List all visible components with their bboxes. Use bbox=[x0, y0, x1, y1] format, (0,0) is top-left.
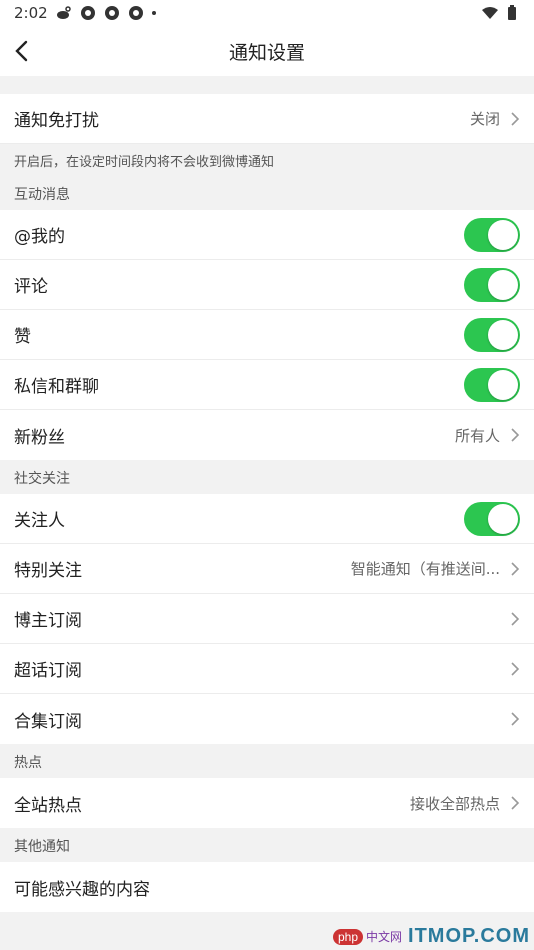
interactive-group: @我的 评论 赞 私信和群聊 新粉丝 所有人 bbox=[0, 210, 534, 460]
row-label: 赞 bbox=[14, 327, 31, 347]
toggle-switch[interactable] bbox=[464, 217, 520, 252]
watermark-php: php bbox=[332, 928, 364, 945]
status-time: 2:02 bbox=[14, 4, 48, 22]
battery-icon bbox=[508, 5, 516, 20]
row-value: 智能通知（有推送间... bbox=[350, 560, 500, 578]
row-label: @我的 bbox=[14, 227, 65, 247]
row-blogger-sub[interactable]: 博主订阅 bbox=[0, 594, 534, 644]
row-label: 关注人 bbox=[14, 511, 65, 531]
row-interest-content[interactable]: 可能感兴趣的内容 bbox=[0, 862, 534, 912]
social-group: 关注人 特别关注 智能通知（有推送间... 博主订阅 超话订阅 合集订阅 bbox=[0, 494, 534, 744]
back-arrow-icon[interactable] bbox=[12, 40, 34, 62]
row-value: 接收全部热点 bbox=[409, 794, 500, 813]
toggle-knob bbox=[488, 269, 518, 300]
row-label: 特别关注 bbox=[14, 561, 82, 581]
toggle-switch[interactable] bbox=[464, 367, 520, 402]
row-new-fans[interactable]: 新粉丝 所有人 bbox=[0, 410, 534, 460]
section-social: 社交关注 bbox=[0, 460, 534, 494]
watermark-brand: ITMOP.COM bbox=[408, 925, 530, 947]
toggle-switch[interactable] bbox=[464, 317, 520, 352]
row-at-me[interactable]: @我的 bbox=[0, 210, 534, 260]
row-like[interactable]: 赞 bbox=[0, 310, 534, 360]
spacer bbox=[0, 76, 534, 94]
page-title: 通知设置 bbox=[228, 41, 305, 64]
toggle-knob bbox=[488, 369, 518, 400]
wifi-icon bbox=[482, 7, 498, 19]
row-label: 博主订阅 bbox=[14, 611, 82, 631]
status-bar: 2:02 bbox=[0, 0, 534, 26]
toggle-knob bbox=[488, 219, 518, 250]
hot-group: 全站热点 接收全部热点 bbox=[0, 778, 534, 828]
row-messages[interactable]: 私信和群聊 bbox=[0, 360, 534, 410]
dnd-label: 通知免打扰 bbox=[14, 111, 99, 131]
row-supertopic-sub[interactable]: 超话订阅 bbox=[0, 644, 534, 694]
row-site-hot[interactable]: 全站热点 接收全部热点 bbox=[0, 778, 534, 828]
chevron-right-icon bbox=[511, 796, 520, 810]
toggle-switch[interactable] bbox=[464, 267, 520, 302]
row-comment[interactable]: 评论 bbox=[0, 260, 534, 310]
dnd-row[interactable]: 通知免打扰 关闭 bbox=[0, 94, 534, 144]
row-label: 超话订阅 bbox=[14, 661, 82, 681]
row-collection-sub[interactable]: 合集订阅 bbox=[0, 694, 534, 744]
row-value: 所有人 bbox=[454, 426, 500, 445]
row-special-follow[interactable]: 特别关注 智能通知（有推送间... bbox=[0, 544, 534, 594]
toggle-switch[interactable] bbox=[464, 501, 520, 536]
row-label: 可能感兴趣的内容 bbox=[14, 879, 150, 900]
row-following[interactable]: 关注人 bbox=[0, 494, 534, 544]
row-label: 私信和群聊 bbox=[14, 377, 99, 397]
dnd-hint: 开启后，在设定时间段内将不会收到微博通知 bbox=[0, 144, 534, 176]
toggle-knob bbox=[488, 503, 518, 534]
row-label: 新粉丝 bbox=[14, 427, 65, 448]
chevron-right-icon bbox=[511, 661, 520, 676]
watermark: php 中文网 ITMOP.COM bbox=[332, 925, 530, 948]
section-other: 其他通知 bbox=[0, 828, 534, 862]
row-label: 全站热点 bbox=[14, 795, 82, 816]
header: 通知设置 bbox=[0, 26, 534, 76]
app-icon bbox=[104, 6, 119, 20]
dnd-value: 关闭 bbox=[469, 110, 500, 128]
chevron-right-icon bbox=[511, 428, 520, 442]
app-icon bbox=[80, 6, 95, 20]
section-interactive: 互动消息 bbox=[0, 176, 534, 210]
app-icon bbox=[128, 6, 143, 20]
chevron-right-icon bbox=[511, 561, 520, 576]
row-label: 评论 bbox=[14, 277, 48, 297]
section-hot: 热点 bbox=[0, 744, 534, 778]
row-label: 合集订阅 bbox=[14, 711, 82, 732]
toggle-knob bbox=[488, 319, 518, 350]
other-group: 可能感兴趣的内容 bbox=[0, 862, 534, 912]
watermark-cn: 中文网 bbox=[366, 930, 403, 944]
weibo-icon bbox=[56, 6, 71, 19]
notification-dot-icon bbox=[151, 11, 156, 15]
chevron-right-icon bbox=[511, 712, 520, 726]
chevron-right-icon bbox=[511, 111, 520, 126]
chevron-right-icon bbox=[511, 611, 520, 626]
